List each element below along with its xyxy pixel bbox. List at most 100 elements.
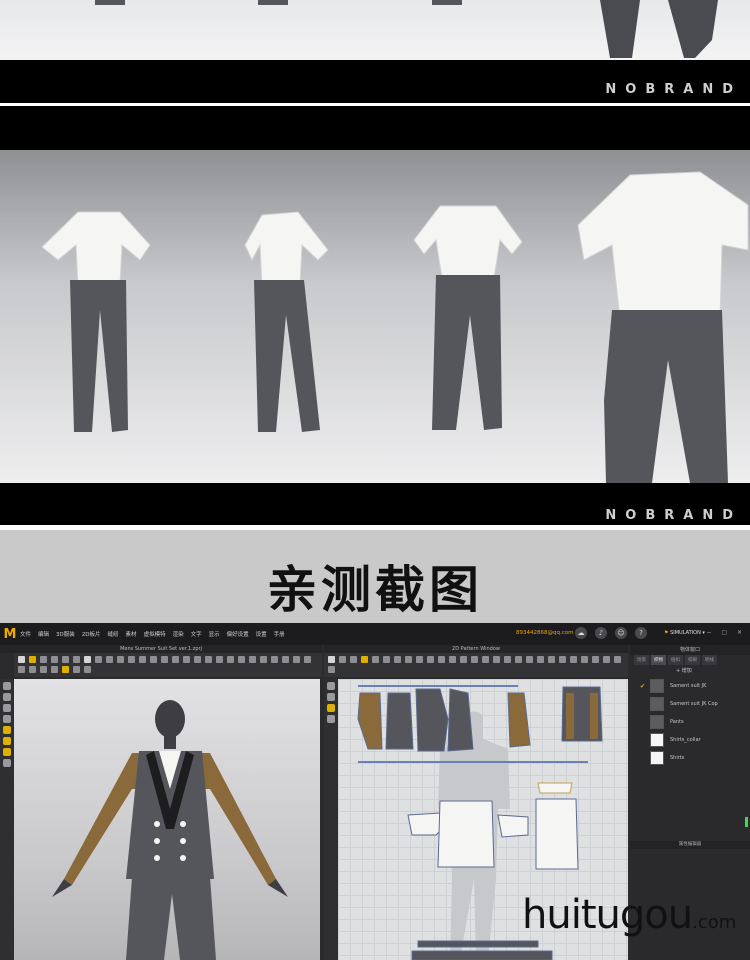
tab-topstitch[interactable]: 明线 [702,655,717,665]
3d-viewport[interactable] [14,679,320,960]
menu-text[interactable]: 文字 [191,630,202,638]
tool-icon[interactable] [95,656,102,663]
fabric-item[interactable]: Shirts [630,749,750,767]
view-icon[interactable] [3,693,11,701]
tool-icon[interactable] [537,656,544,663]
tool-icon[interactable] [29,666,36,673]
tool-icon[interactable] [293,656,300,663]
tool-icon[interactable] [194,656,201,663]
tool-icon[interactable] [482,656,489,663]
menu-manual[interactable]: 手册 [274,630,285,638]
tool-icon[interactable] [260,656,267,663]
tool-icon[interactable] [548,656,555,663]
tool-icon[interactable] [361,656,368,663]
tool-icon[interactable] [328,666,335,673]
tool-icon[interactable] [51,666,58,673]
menu-settings[interactable]: 设置 [256,630,267,638]
tool-icon[interactable] [40,656,47,663]
tool-icon[interactable] [383,656,390,663]
tool-icon[interactable] [526,656,533,663]
tool-icon[interactable] [238,656,245,663]
tool-icon[interactable] [427,656,434,663]
tool-icon[interactable] [416,656,423,663]
fabric-item[interactable]: Sament suit JK Cop [630,695,750,713]
menu-display[interactable]: 显示 [209,630,220,638]
tool-icon[interactable] [504,656,511,663]
menu-3d-garment[interactable]: 3D服装 [56,630,75,638]
tool-icon[interactable] [84,656,91,663]
tool-icon[interactable] [350,656,357,663]
mode-selector[interactable]: ⚑ SIMULATION ▾ [664,630,705,636]
view-icon[interactable] [3,759,11,767]
menu-file[interactable]: 文件 [20,630,31,638]
tool-icon[interactable] [183,656,190,663]
view-icon[interactable] [3,726,11,734]
tool-icon[interactable] [150,656,157,663]
cloud-icon[interactable]: ☁ [575,627,587,639]
tool-icon[interactable] [128,656,135,663]
tool-icon[interactable] [339,656,346,663]
menu-sewing[interactable]: 缝纫 [108,630,119,638]
tool-icon[interactable] [62,656,69,663]
view-icon[interactable] [3,737,11,745]
tool-icon[interactable] [372,656,379,663]
tool-icon[interactable] [51,656,58,663]
help-icon[interactable]: ? [635,627,647,639]
view-icon[interactable] [3,704,11,712]
tool-icon[interactable] [18,666,25,673]
fabric-item[interactable]: ✔ Sament suit JK [630,677,750,695]
menu-2d-pattern[interactable]: 2D板片 [82,630,101,638]
tool-icon[interactable] [394,656,401,663]
view-icon[interactable] [3,715,11,723]
pattern-tool-icon[interactable] [327,715,335,723]
tab-buttonholes[interactable]: 扣眼 [685,655,700,665]
tool-icon[interactable] [117,656,124,663]
view-icon[interactable] [3,682,11,690]
tool-icon[interactable] [271,656,278,663]
tool-icon[interactable] [227,656,234,663]
tool-icon[interactable] [328,656,335,663]
tab-scene[interactable]: 场景 [634,655,649,665]
tool-icon[interactable] [515,656,522,663]
tool-icon[interactable] [62,666,69,673]
tool-icon[interactable] [18,656,25,663]
tool-icon[interactable] [559,656,566,663]
tool-icon[interactable] [139,656,146,663]
tab-fabric[interactable]: 织物 [651,655,666,665]
volume-icon[interactable]: ♪ [595,627,607,639]
tool-icon[interactable] [592,656,599,663]
tool-icon[interactable] [216,656,223,663]
fabric-item[interactable]: Pants [630,713,750,731]
view-icon[interactable] [3,748,11,756]
tool-icon[interactable] [581,656,588,663]
tool-icon[interactable] [106,656,113,663]
tab-buttons[interactable]: 纽扣 [668,655,683,665]
tool-icon[interactable] [205,656,212,663]
tool-icon[interactable] [73,666,80,673]
tool-icon[interactable] [471,656,478,663]
tool-icon[interactable] [29,656,36,663]
tool-icon[interactable] [73,656,80,663]
tool-icon[interactable] [172,656,179,663]
fabric-item[interactable]: Shirts_collar [630,731,750,749]
menu-materials[interactable]: 素材 [126,630,137,638]
tool-icon[interactable] [570,656,577,663]
pattern-tool-icon[interactable] [327,693,335,701]
tool-icon[interactable] [84,666,91,673]
tool-icon[interactable] [405,656,412,663]
tool-icon[interactable] [493,656,500,663]
tool-icon[interactable] [614,656,621,663]
tool-icon[interactable] [603,656,610,663]
account-email[interactable]: 893442868@qq.com [516,630,573,636]
tool-icon[interactable] [449,656,456,663]
tool-icon[interactable] [304,656,311,663]
tool-icon[interactable] [249,656,256,663]
tool-icon[interactable] [282,656,289,663]
tool-icon[interactable] [460,656,467,663]
window-controls[interactable]: − ▢ ✕ [706,629,746,636]
tool-icon[interactable] [161,656,168,663]
tool-icon[interactable] [40,666,47,673]
menu-preferences[interactable]: 偏好设置 [227,630,249,638]
menu-avatar[interactable]: 虚拟模特 [144,630,166,638]
add-fabric-button[interactable]: + 增加 [630,665,750,677]
